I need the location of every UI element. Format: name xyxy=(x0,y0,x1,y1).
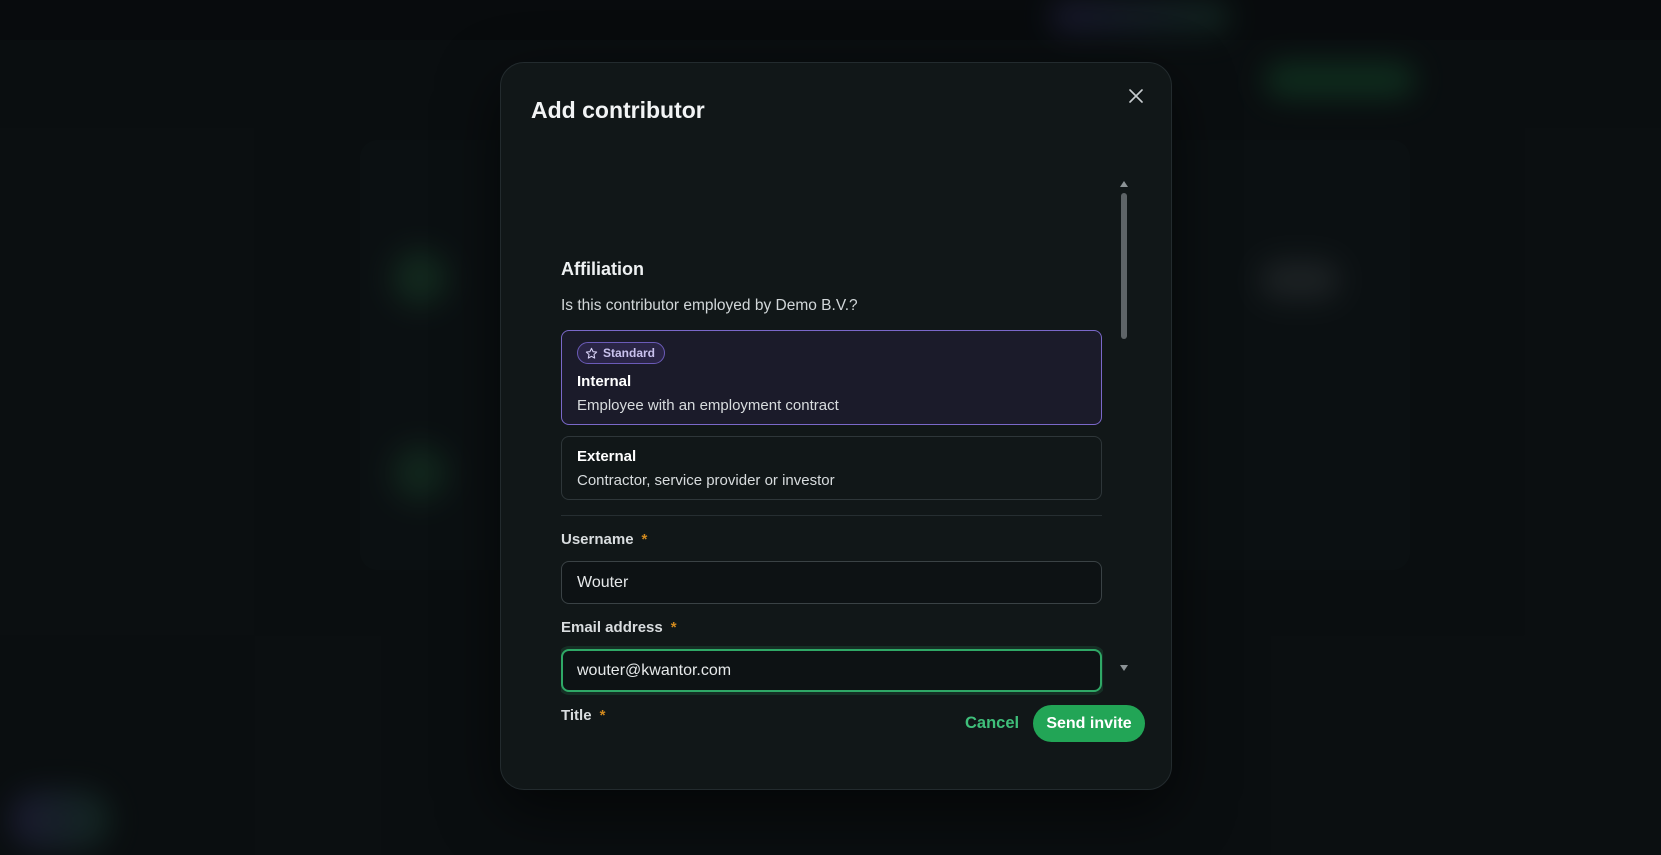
option-description: Contractor, service provider or investor xyxy=(577,472,835,489)
dialog-scroll-content[interactable]: Affiliation Is this contributor employed… xyxy=(561,175,1103,737)
close-button[interactable] xyxy=(1123,83,1149,109)
option-description: Employee with an employment contract xyxy=(577,397,839,414)
add-contributor-dialog: Add contributor Affiliation Is this cont… xyxy=(500,62,1172,790)
option-title: Internal xyxy=(577,373,632,390)
send-invite-button[interactable]: Send invite xyxy=(1033,705,1145,742)
username-input[interactable]: Wouter xyxy=(561,561,1102,604)
cancel-button[interactable]: Cancel xyxy=(957,705,1027,741)
email-value: wouter@kwantor.com xyxy=(577,661,732,679)
username-label-text: Username xyxy=(561,531,634,548)
scroll-down-arrow-icon[interactable] xyxy=(1120,665,1128,671)
standard-badge: Standard xyxy=(577,342,666,364)
option-internal[interactable]: Standard Internal Employee with an emplo… xyxy=(561,330,1102,425)
title-label-text: Title xyxy=(561,707,592,724)
required-marker: * xyxy=(670,619,677,636)
option-title: External xyxy=(577,448,637,465)
email-input[interactable]: wouter@kwantor.com xyxy=(561,649,1102,692)
required-marker: * xyxy=(599,707,606,724)
username-value: Wouter xyxy=(577,573,629,591)
scrollbar-thumb[interactable] xyxy=(1121,193,1127,339)
badge-label: Standard xyxy=(603,346,656,360)
dialog-title: Add contributor xyxy=(531,97,705,123)
section-divider xyxy=(561,515,1102,516)
star-icon xyxy=(585,347,598,359)
affiliation-heading: Affiliation xyxy=(561,259,644,279)
affiliation-question: Is this contributor employed by Demo B.V… xyxy=(561,297,858,314)
email-label-text: Email address xyxy=(561,619,663,636)
required-marker: * xyxy=(641,531,648,548)
close-icon xyxy=(1129,89,1143,103)
scrollbar[interactable] xyxy=(1119,181,1129,671)
scroll-up-arrow-icon[interactable] xyxy=(1120,181,1128,187)
email-label: Email address * xyxy=(561,619,677,636)
option-external[interactable]: External Contractor, service provider or… xyxy=(561,436,1102,500)
username-label: Username * xyxy=(561,531,647,548)
title-label: Title * xyxy=(561,707,605,724)
